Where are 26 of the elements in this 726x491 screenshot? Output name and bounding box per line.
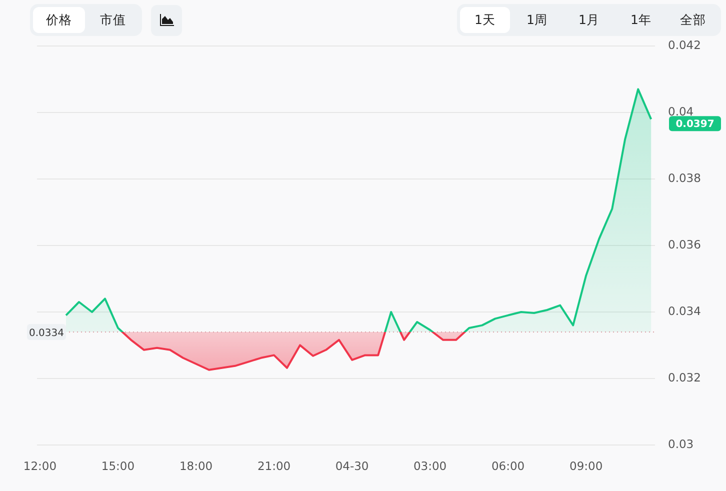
range-tab[interactable]: 1月: [564, 7, 614, 33]
x-axis-label: 04-30: [335, 459, 369, 473]
x-axis-label: 15:00: [101, 459, 135, 473]
x-axis-label: 06:00: [492, 459, 525, 473]
range-tab[interactable]: 1天: [460, 7, 510, 33]
x-axis-label: 18:00: [179, 459, 213, 473]
y-axis-label: 0.038: [668, 171, 701, 185]
metric-tab[interactable]: 价格: [33, 7, 85, 33]
y-axis-label: 0.042: [668, 40, 701, 52]
y-axis-label: 0.03: [668, 437, 694, 451]
range-tab[interactable]: 1年: [616, 7, 666, 33]
x-axis-label: 09:00: [570, 459, 603, 473]
y-axis-label: 0.036: [668, 238, 701, 252]
y-axis-label: 0.034: [668, 304, 701, 318]
metric-tab[interactable]: 市值: [87, 7, 139, 33]
x-axis-label: 21:00: [257, 459, 291, 473]
y-axis-label: 0.04: [668, 104, 694, 118]
ref-line-label: 0.0334: [29, 328, 64, 339]
area-chart-icon[interactable]: [151, 4, 182, 36]
range-tab[interactable]: 全部: [668, 7, 718, 33]
y-axis-label: 0.032: [668, 370, 701, 384]
last-price-label: 0.0397: [669, 116, 721, 132]
x-axis-label: 12:00: [23, 459, 57, 473]
baseline-label: 0.0334: [27, 324, 66, 340]
x-axis-label: 03:00: [413, 459, 447, 473]
range-tab[interactable]: 1周: [512, 7, 562, 33]
